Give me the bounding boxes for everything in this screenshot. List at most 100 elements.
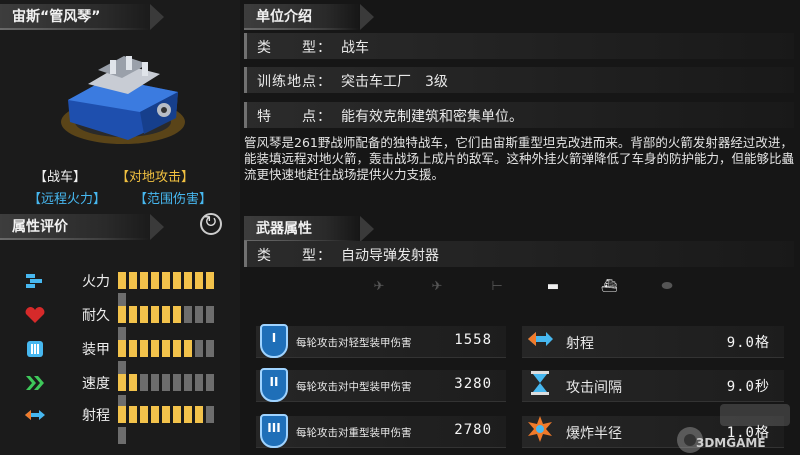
rating-segment bbox=[118, 272, 126, 289]
weapon-property-value: 9.0秒 bbox=[726, 379, 770, 395]
rating-segment bbox=[140, 272, 148, 289]
rating-segment bbox=[173, 306, 181, 323]
armor-level-1-icon: I bbox=[260, 324, 288, 358]
weapon-property-value: 9.0格 bbox=[726, 335, 770, 351]
damage-stat-row: II 每轮攻击对中型装甲伤害 3280 bbox=[256, 368, 506, 402]
weapon-title: 武器属性 bbox=[256, 221, 312, 237]
rating-segment bbox=[129, 340, 137, 357]
rating-segment bbox=[140, 306, 148, 323]
speed-chevron-icon bbox=[24, 374, 46, 392]
damage-stat-row: I 每轮攻击对轻型装甲伤害 1558 bbox=[256, 324, 506, 358]
attribute-label: 射程 bbox=[82, 408, 110, 424]
rating-segment bbox=[162, 306, 170, 323]
attribute-rating-bar bbox=[118, 374, 220, 412]
damage-stat-value: 2780 bbox=[454, 422, 492, 438]
tag-unit-type: 【战车】 bbox=[34, 170, 87, 185]
weapon-header: 武器属性 bbox=[244, 216, 374, 242]
header-notch bbox=[150, 214, 164, 240]
rating-segment bbox=[118, 306, 126, 323]
rating-segment bbox=[151, 406, 159, 423]
helicopter-icon: ⊢ bbox=[491, 279, 503, 294]
explosion-icon bbox=[526, 414, 554, 448]
intro-title: 单位介绍 bbox=[256, 9, 312, 25]
refresh-icon[interactable] bbox=[200, 212, 222, 235]
intro-header: 单位介绍 bbox=[244, 4, 374, 30]
rating-segment bbox=[140, 406, 148, 423]
info-value: 能有效克制建筑和密集单位。 bbox=[341, 109, 523, 125]
info-label: 特 点： bbox=[257, 109, 332, 125]
rating-segment bbox=[118, 427, 126, 444]
rating-segment bbox=[162, 272, 170, 289]
rating-segment bbox=[195, 406, 203, 423]
rating-segment bbox=[173, 374, 181, 391]
attribute-row: 火力 bbox=[20, 270, 220, 310]
attribute-label: 装甲 bbox=[82, 342, 110, 358]
ship-icon: ⛴ bbox=[600, 279, 618, 294]
submarine-icon: ⬬ bbox=[661, 279, 673, 294]
range-arrow-icon bbox=[526, 324, 554, 358]
damage-stat-value: 3280 bbox=[454, 376, 492, 392]
damage-stat-value: 1558 bbox=[454, 332, 492, 348]
rating-segment bbox=[129, 306, 137, 323]
rating-segment bbox=[206, 406, 214, 423]
rating-segment bbox=[140, 340, 148, 357]
weapon-property-row: 射程 9.0格 bbox=[522, 326, 784, 358]
rating-segment bbox=[195, 306, 203, 323]
rating-segment bbox=[184, 340, 192, 357]
unit-description: 管风琴是261野战师配备的独特战车，它们由宙斯重型坦克改进而来。背部的火箭发射器… bbox=[244, 135, 795, 182]
rating-segment bbox=[184, 306, 192, 323]
bomber-plane-icon: ✈ bbox=[431, 279, 443, 294]
rating-segment bbox=[118, 340, 126, 357]
rating-segment bbox=[184, 272, 192, 289]
damage-stat-row: III 每轮攻击对重型装甲伤害 2780 bbox=[256, 414, 506, 448]
rating-segment bbox=[184, 374, 192, 391]
attribute-rating-bar bbox=[118, 306, 220, 344]
attributes-header: 属性评价 bbox=[0, 214, 164, 240]
rating-segment bbox=[151, 340, 159, 357]
tag-unit-range: 【远程火力】 bbox=[28, 192, 107, 207]
rating-segment bbox=[206, 340, 214, 357]
damage-stat-label: 每轮攻击对轻型装甲伤害 bbox=[296, 337, 412, 349]
info-row-weapon-type: 类 型： 自动导弹发射器 bbox=[244, 241, 794, 267]
rating-segment bbox=[140, 374, 148, 391]
rating-segment bbox=[162, 406, 170, 423]
info-label: 训练地点： bbox=[257, 74, 332, 90]
header-notch bbox=[360, 4, 374, 30]
rating-segment bbox=[129, 272, 137, 289]
header-notch bbox=[360, 216, 374, 242]
rating-segment bbox=[118, 374, 126, 391]
tag-unit-role: 【对地攻击】 bbox=[116, 170, 195, 185]
rating-segment bbox=[151, 374, 159, 391]
armor-level-3-icon: III bbox=[260, 414, 288, 448]
info-value: 战车 bbox=[341, 40, 369, 56]
attribute-row: 速度 bbox=[20, 372, 220, 412]
rating-segment bbox=[173, 340, 181, 357]
attribute-label: 火力 bbox=[82, 274, 110, 290]
rating-segment bbox=[195, 340, 203, 357]
rating-segment bbox=[162, 340, 170, 357]
firepower-icon bbox=[24, 272, 46, 290]
unit-name: 宙斯“管风琴” bbox=[12, 9, 101, 25]
hourglass-icon bbox=[526, 368, 554, 402]
info-row-feature: 特 点： 能有效克制建筑和密集单位。 bbox=[244, 102, 794, 128]
attribute-rating-bar bbox=[118, 340, 220, 378]
rating-segment bbox=[206, 306, 214, 323]
rating-segment bbox=[151, 272, 159, 289]
damage-stat-label: 每轮攻击对重型装甲伤害 bbox=[296, 427, 412, 439]
weapon-property-label: 攻击间隔 bbox=[566, 380, 622, 396]
info-value: 自动导弹发射器 bbox=[341, 248, 439, 264]
tank-icon: ▬ bbox=[546, 279, 560, 294]
rating-segment bbox=[206, 374, 214, 391]
rating-segment bbox=[151, 306, 159, 323]
attribute-rating-bar bbox=[118, 272, 220, 310]
watermark-text: 3DMGAME bbox=[696, 436, 766, 450]
attribute-rating-bar bbox=[118, 406, 220, 444]
rating-segment bbox=[173, 406, 181, 423]
info-row-type: 类 型： 战车 bbox=[244, 33, 794, 59]
weapon-property-label: 射程 bbox=[566, 336, 594, 352]
weapon-property-row: 攻击间隔 9.0秒 bbox=[522, 370, 784, 402]
rating-segment bbox=[173, 272, 181, 289]
rating-segment bbox=[162, 374, 170, 391]
unit-name-header: 宙斯“管风琴” bbox=[0, 4, 164, 30]
rating-segment bbox=[195, 374, 203, 391]
